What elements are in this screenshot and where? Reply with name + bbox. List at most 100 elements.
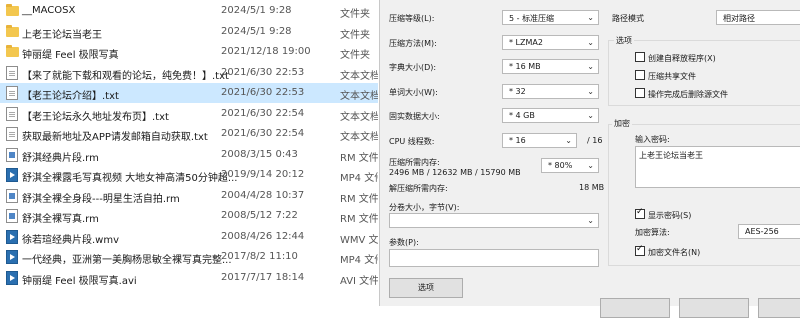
file-row[interactable]: 徐若瑄经典片段.wmv 2008/4/26 12:44 WMV 文件	[0, 227, 378, 247]
split-volumes-label: 分卷大小，字节(V):	[389, 203, 460, 212]
file-name: 钟丽缇 Feel 极限写真	[22, 50, 119, 61]
file-row[interactable]: 上老王论坛当老王 2024/5/1 9:28 文件夹	[0, 22, 378, 42]
file-type: RM 文件	[340, 214, 378, 225]
file-date: 2017/7/17 18:14	[221, 271, 305, 283]
text-file-icon	[6, 106, 18, 121]
encryption-method-label: 加密算法:	[635, 228, 670, 237]
file-date: 2021/6/30 22:53	[221, 66, 305, 78]
show-password-label: 显示密码(S)	[648, 211, 692, 220]
options-button[interactable]: 选项	[389, 278, 463, 298]
chevron-down-icon: ⌄	[587, 38, 594, 47]
file-type: 文本文档	[340, 132, 378, 143]
file-row[interactable]: 【老王论坛永久地址发布页】.txt 2021/6/30 22:54 文本文档	[0, 104, 378, 124]
file-row[interactable]: 舒淇全裸露毛写真视频 大地女神高清50分钟超... 2019/9/14 20:12…	[0, 165, 378, 185]
folder-icon	[6, 24, 19, 37]
file-row[interactable]: 【来了就能下载和观看的论坛，纯免费！】.txt 2021/6/30 22:53 文本…	[0, 63, 378, 83]
encrypt-filenames-checkbox[interactable]	[635, 244, 645, 256]
file-name: 【老王论坛介绍】.txt	[22, 91, 119, 102]
archive-dialog: 压缩等级(L): 5 - 标准压缩 ⌄ 压缩方法(M): * LZMA2 ⌄ 字…	[379, 0, 800, 318]
chevron-down-icon: ⌄	[587, 161, 594, 170]
password-label: 输入密码:	[635, 135, 670, 144]
file-row[interactable]: __MACOSX 2024/5/1 9:28 文件夹	[0, 1, 378, 21]
show-password-checkbox[interactable]	[635, 207, 645, 219]
video-file-icon	[6, 270, 18, 285]
split-volumes-input[interactable]: ⌄	[389, 213, 599, 228]
file-name: 舒淇全裸全身段---明星生活自拍.rm	[22, 193, 180, 205]
file-row[interactable]: 钟丽缇 Feel 极限写真.avi 2017/7/17 18:14 AVI 文件	[0, 268, 378, 288]
file-row[interactable]: 【老王论坛介绍】.txt 2021/6/30 22:53 文本文档	[0, 83, 378, 103]
file-row[interactable]: 钟丽缇 Feel 极限写真 2021/12/18 19:00 文件夹	[0, 42, 378, 62]
memory-usage-label: 压缩所需内存:	[389, 158, 440, 167]
cpu-threads-select[interactable]: * 16 ⌄	[502, 133, 577, 148]
compression-method-select[interactable]: * LZMA2 ⌄	[502, 35, 599, 50]
file-row[interactable]: 一代经典，亚洲第一美胸杨思敏全裸写真完整... 2017/8/2 11:10 MP4…	[0, 247, 378, 267]
encryption-group-title: 加密	[612, 118, 632, 129]
compression-level-select[interactable]: 5 - 标准压缩 ⌄	[502, 10, 599, 25]
file-name: 【来了就能下载和观看的论坛，纯免费！】.txt	[22, 70, 229, 82]
solid-block-label: 固实数据大小:	[389, 112, 440, 121]
file-date: 2008/3/15 0:43	[221, 148, 298, 160]
chevron-down-icon: ⌄	[565, 136, 572, 145]
cpu-threads-label: CPU 线程数:	[389, 137, 435, 146]
decompress-memory-value: 18 MB	[579, 183, 605, 192]
folder-icon	[6, 45, 19, 57]
sfx-label: 创建自释放程序(X)	[648, 54, 716, 63]
file-type: 文本文档	[340, 91, 378, 102]
file-type: 文件夹	[340, 29, 370, 41]
file-type: 文本文档	[340, 111, 378, 123]
rm-file-icon	[6, 209, 18, 223]
file-date: 2008/4/26 12:44	[221, 230, 305, 242]
file-date: 2021/12/18 19:00	[221, 46, 311, 57]
chevron-down-icon: ⌄	[587, 62, 594, 71]
file-row[interactable]: 获取最新地址及APP请发邮箱自动获取.txt 2021/6/30 22:54 文本文…	[0, 124, 378, 144]
compression-level-label: 压缩等级(L):	[389, 14, 435, 23]
file-row[interactable]: 舒淇全裸全身段---明星生活自拍.rm 2004/4/28 10:37 RM 文件	[0, 186, 378, 206]
file-date: 2024/5/1 9:28	[221, 5, 292, 16]
cpu-threads-total: / 16	[587, 136, 603, 145]
encrypt-filenames-label: 加密文件名(N)	[648, 248, 701, 257]
chevron-down-icon: ⌄	[587, 111, 594, 120]
delete-after-checkbox[interactable]	[635, 88, 645, 98]
chevron-down-icon: ⌄	[587, 87, 594, 96]
file-date: 2019/9/14 20:12	[221, 169, 305, 180]
file-name: 钟丽缇 Feel 极限写真.avi	[22, 275, 137, 287]
file-date: 2008/5/12 7:22	[221, 210, 298, 221]
rm-file-icon	[6, 147, 18, 162]
help-button[interactable]	[758, 298, 800, 318]
cancel-button[interactable]	[679, 298, 749, 318]
word-size-select[interactable]: * 32 ⌄	[502, 84, 599, 99]
file-row[interactable]: 舒淇全裸写真.rm 2008/5/12 7:22 RM 文件	[0, 206, 378, 226]
parameters-input[interactable]	[389, 249, 599, 267]
file-date: 2021/6/30 22:54	[221, 128, 305, 139]
sfx-checkbox[interactable]	[635, 52, 645, 62]
dictionary-size-select[interactable]: * 16 MB ⌄	[502, 59, 599, 74]
encryption-method-select[interactable]: AES-256	[738, 224, 800, 239]
file-list: __MACOSX 2024/5/1 9:28 文件夹 上老王论坛当老王 2024/5/1…	[0, 0, 378, 306]
file-type: RM 文件	[340, 193, 378, 205]
word-size-label: 单词大小(W):	[389, 88, 438, 97]
memory-usage-select[interactable]: * 80% ⌄	[541, 158, 599, 173]
file-row[interactable]: 舒淇经典片段.rm 2008/3/15 0:43 RM 文件	[0, 145, 378, 165]
parameters-label: 参数(P):	[389, 238, 419, 247]
chevron-down-icon: ⌄	[587, 13, 594, 22]
password-input[interactable]: 上老王论坛当老王	[635, 146, 800, 188]
file-date: 2017/8/2 11:10	[221, 251, 298, 262]
file-name: 舒淇经典片段.rm	[22, 152, 99, 164]
file-name: 【老王论坛永久地址发布页】.txt	[22, 111, 169, 123]
file-type: RM 文件	[340, 152, 378, 164]
shared-files-checkbox[interactable]	[635, 70, 645, 80]
file-name: 一代经典，亚洲第一美胸杨思敏全裸写真完整...	[22, 255, 232, 266]
ok-button[interactable]	[600, 298, 670, 318]
options-group-title: 选项	[614, 35, 634, 46]
video-file-icon	[6, 250, 18, 264]
folder-icon	[6, 4, 19, 16]
text-file-icon	[6, 127, 18, 141]
chevron-down-icon: ⌄	[587, 216, 594, 225]
file-type: AVI 文件	[340, 275, 378, 287]
solid-block-select[interactable]: * 4 GB ⌄	[502, 108, 599, 123]
text-file-icon	[6, 86, 18, 100]
file-date: 2021/6/30 22:54	[221, 107, 305, 119]
file-name: 徐若瑄经典片段.wmv	[22, 234, 120, 246]
file-name: 上老王论坛当老王	[22, 29, 102, 41]
path-mode-select[interactable]: 相对路径	[716, 10, 800, 25]
